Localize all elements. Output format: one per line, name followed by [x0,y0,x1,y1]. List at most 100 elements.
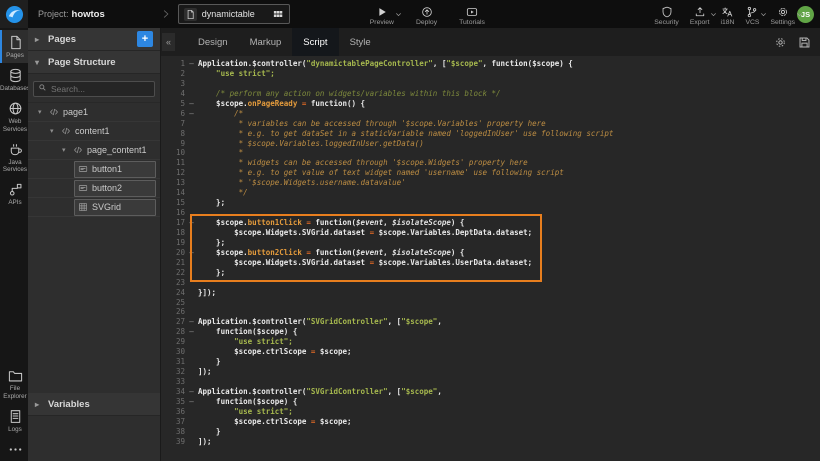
chevron-down-icon[interactable] [760,11,767,18]
rail-item-java-services[interactable]: Java Services [0,137,28,177]
line-number: 20 [161,248,185,258]
rail-item-web-services[interactable]: Web Services [0,96,28,136]
fold-marker[interactable]: – [185,99,198,109]
code-line[interactable]: 6– /* [161,109,820,119]
tab-markup[interactable]: Markup [239,28,293,56]
script-settings-button[interactable] [774,36,787,49]
tab-design[interactable]: Design [187,28,239,56]
tab-script[interactable]: Script [292,28,338,56]
fold-marker[interactable]: – [185,109,198,119]
code-line[interactable]: 4 /* perform any action on widgets/varia… [161,89,820,99]
add-page-button[interactable]: + [137,31,153,47]
fold-marker [185,228,198,238]
code-line[interactable]: 36 "use strict"; [161,407,820,417]
code-line[interactable]: 33 [161,377,820,387]
tree-item-svgrid[interactable]: SVGrid [28,198,160,217]
code-line[interactable]: 3 [161,79,820,89]
apis-icon [8,182,23,197]
code-line[interactable]: 39]); [161,437,820,447]
topbar-action-security[interactable]: Security [654,3,679,26]
app-logo[interactable] [0,0,28,28]
code-line[interactable]: 28– function($scope) { [161,327,820,337]
tree-item-page1[interactable]: ▾page1 [28,103,160,122]
topbar-action-vcs[interactable]: VCS [745,3,759,26]
gear-icon [774,36,787,49]
fold-marker[interactable]: – [185,387,198,397]
code-line[interactable]: 23 [161,278,820,288]
code-line[interactable]: 9 * $scope.Variables.loggedInUser.getDat… [161,139,820,149]
code-line[interactable]: 30 $scope.ctrlScope = $scope; [161,347,820,357]
code-line[interactable]: 13 * '$scope.Widgets.username.datavalue' [161,178,820,188]
code-line[interactable]: 20– $scope.button2Click = function($even… [161,248,820,258]
chevron-down-icon[interactable] [710,11,717,18]
rail-item-logs[interactable]: Logs [0,404,28,437]
code-line[interactable]: 24}]); [161,288,820,298]
tab-style[interactable]: Style [339,28,382,56]
code-line[interactable]: 37 $scope.ctrlScope = $scope; [161,417,820,427]
topbar-action-settings[interactable]: Settings [770,3,795,26]
grid-squares-icon[interactable] [272,8,284,20]
breadcrumb-chevron-icon [161,8,171,20]
code-line[interactable]: 1–Application.$controller("dynamictableP… [161,59,820,69]
search-input[interactable] [33,81,155,97]
fold-marker[interactable]: – [185,317,198,327]
caret-down-icon[interactable]: ▾ [62,146,69,154]
code-line[interactable]: 16 [161,208,820,218]
line-number: 26 [161,307,185,317]
fold-marker[interactable]: – [185,327,198,337]
code-line[interactable]: 26 [161,307,820,317]
code-line[interactable]: 31 } [161,357,820,367]
fold-marker[interactable]: – [185,248,198,258]
page-tab-dynamictable[interactable]: dynamictable [178,4,290,24]
code-line[interactable]: 14 */ [161,188,820,198]
pages-section-header[interactable]: ▸ Pages + [28,28,160,51]
rail-item-more[interactable] [0,437,28,461]
code-line[interactable]: 27–Application.$controller("SVGridContro… [161,317,820,327]
caret-down-icon[interactable]: ▾ [50,127,57,135]
rail-item-apis[interactable]: APIs [0,177,28,210]
topbar-action-tutorials[interactable]: Tutorials [459,3,485,26]
code-line[interactable]: 15 }; [161,198,820,208]
code-line[interactable]: 21 $scope.Widgets.SVGrid.dataset = $scop… [161,258,820,268]
topbar-action-deploy[interactable]: Deploy [416,3,437,26]
code-line[interactable]: 35– function($scope) { [161,397,820,407]
rail-item-file-explorer[interactable]: File Explorer [0,363,28,403]
rail-item-databases[interactable]: Databases [0,63,28,96]
code-line[interactable]: 19 }; [161,238,820,248]
code-line[interactable]: 8 * e.g. to get dataSet in a staticVaria… [161,129,820,139]
chevron-down-icon[interactable] [395,11,402,18]
tree-item-page-content1[interactable]: ▾page_content1 [28,141,160,160]
variables-section-header[interactable]: ▸ Variables [28,393,160,416]
code-line[interactable]: 32]); [161,367,820,377]
topbar-action-export[interactable]: Export [690,3,710,26]
code-line[interactable]: 10 * [161,148,820,158]
tree-item-button2[interactable]: button2 [28,179,160,198]
topbar-action-i18n[interactable]: i18N [720,3,734,26]
topbar-action-preview[interactable]: Preview [370,3,394,26]
code-line[interactable]: 7 * variables can be accessed through '$… [161,119,820,129]
rail-item-pages[interactable]: Pages [0,30,28,63]
chevron-down-icon[interactable] [796,11,803,18]
code-line[interactable]: 22 }; [161,268,820,278]
line-number: 15 [161,198,185,208]
code-line[interactable]: 2 "use strict"; [161,69,820,79]
tree-item-content1[interactable]: ▾content1 [28,122,160,141]
code-line[interactable]: 29 "use strict"; [161,337,820,347]
caret-down-icon[interactable]: ▾ [38,108,45,116]
fold-marker[interactable]: – [185,59,198,69]
save-button[interactable] [798,36,811,49]
code-line[interactable]: 17– $scope.button1Click = function($even… [161,218,820,228]
page-structure-header[interactable]: ▾ Page Structure [28,51,160,74]
code-line[interactable]: 25 [161,298,820,308]
code-line[interactable]: 34–Application.$controller("SVGridContro… [161,387,820,397]
code-area[interactable]: 1–Application.$controller("dynamictableP… [161,56,820,461]
code-line[interactable]: 11 * widgets can be accessed through '$s… [161,158,820,168]
fold-marker[interactable]: – [185,397,198,407]
code-line[interactable]: 38 } [161,427,820,437]
code-line[interactable]: 5– $scope.onPageReady = function() { [161,99,820,109]
code-line[interactable]: 18 $scope.Widgets.SVGrid.dataset = $scop… [161,228,820,238]
collapse-panel-button[interactable]: « [162,33,175,51]
code-line[interactable]: 12 * e.g. to get value of text widget na… [161,168,820,178]
fold-marker[interactable]: – [185,218,198,228]
tree-item-button1[interactable]: button1 [28,160,160,179]
